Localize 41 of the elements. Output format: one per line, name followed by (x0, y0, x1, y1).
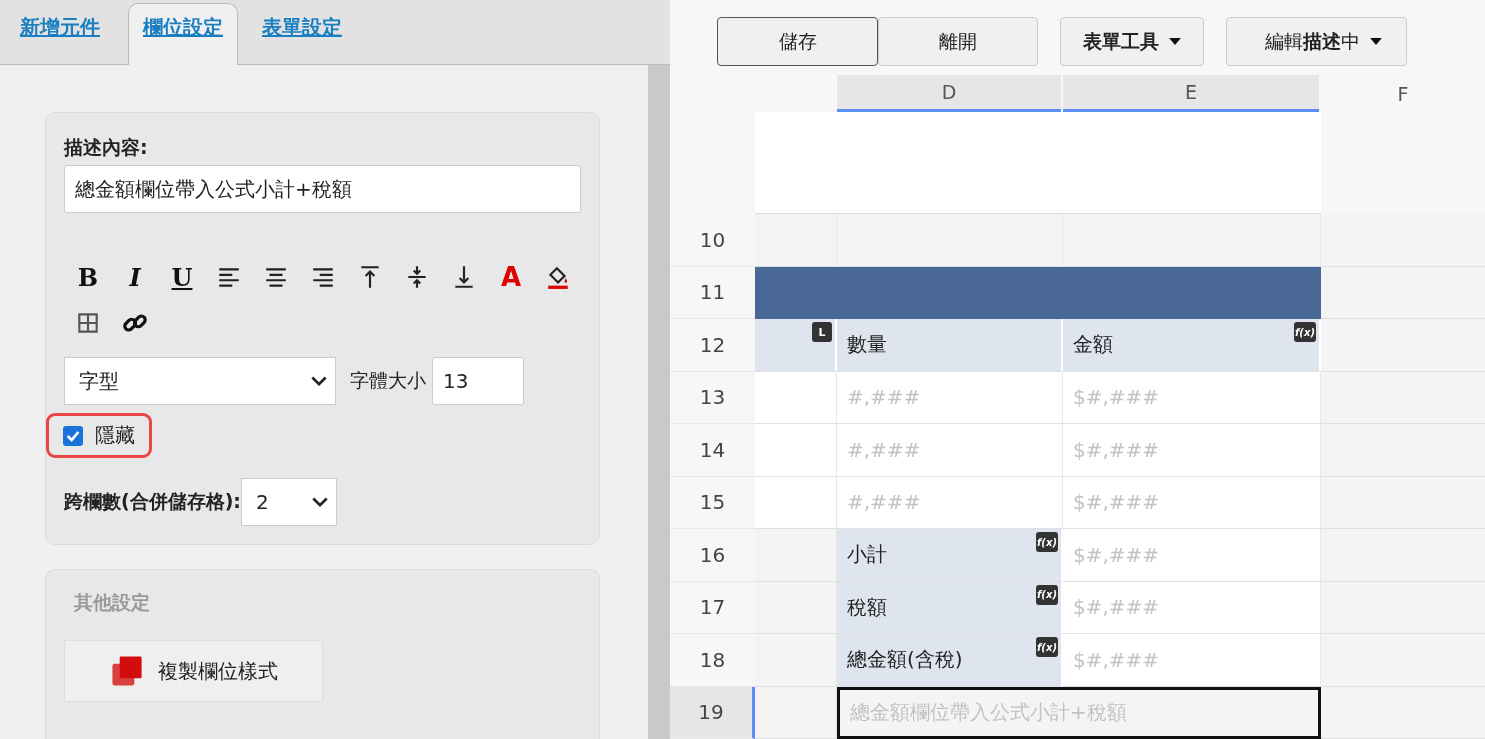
hidden-checkbox[interactable]: 隱藏 (63, 422, 135, 449)
copy-style-button[interactable]: 複製欄位樣式 (64, 640, 323, 702)
font-size-label: 字體大小 (350, 368, 426, 393)
description-field[interactable]: 總金額欄位帶入公式小計+稅額 (64, 165, 581, 213)
border-grid-icon[interactable] (75, 310, 101, 336)
paint-bucket-icon[interactable] (545, 264, 571, 290)
caret-down-icon (1169, 38, 1181, 45)
underline-button[interactable]: U (168, 261, 196, 293)
colspan-select[interactable]: 2 (240, 478, 337, 526)
cell-text: 稅額 (847, 593, 887, 621)
bold-button[interactable]: B (74, 261, 102, 293)
italic-button[interactable]: I (121, 261, 149, 293)
caret-down-icon (1370, 38, 1382, 45)
cell-badge: f(x) (1036, 584, 1058, 605)
font-size-field[interactable]: 13 (432, 357, 524, 405)
chevron-down-icon (311, 375, 327, 387)
font-color-button[interactable]: A (497, 261, 525, 293)
chevron-down-icon (311, 496, 328, 508)
action-button[interactable]: 離開 (878, 17, 1038, 66)
cell-text: 金額 (1073, 331, 1113, 359)
font-select[interactable]: 字型 (64, 357, 336, 405)
cell-badge: f(x) (1036, 637, 1058, 657)
cell-text: 數量 (847, 331, 887, 359)
field-label: 描述內容: (64, 135, 149, 160)
column-header[interactable]: D (837, 75, 1061, 112)
menu-button[interactable]: 表單工具 (1060, 17, 1204, 66)
scrollbar[interactable] (648, 65, 670, 739)
tab[interactable]: 欄位設定 (128, 3, 238, 65)
section-title: 其他設定 (74, 590, 151, 615)
column-header[interactable]: F (1321, 75, 1485, 112)
menu-button[interactable]: 編輯描述中 (1226, 17, 1407, 66)
cell-text: 小計 (847, 541, 887, 569)
cell-badge: f(x) (1294, 322, 1316, 342)
row-number[interactable]: 19 (670, 686, 755, 739)
cell-text: 總金額(含稅) (847, 646, 963, 674)
column-header[interactable]: E (1063, 75, 1319, 112)
copy-squares-icon (109, 654, 144, 688)
cell-badge: f(x) (1036, 532, 1058, 552)
action-button[interactable]: 儲存 (717, 17, 878, 66)
cell-badge: L (812, 322, 832, 342)
colspan-label: 跨欄數(合併儲存格): (64, 489, 241, 514)
